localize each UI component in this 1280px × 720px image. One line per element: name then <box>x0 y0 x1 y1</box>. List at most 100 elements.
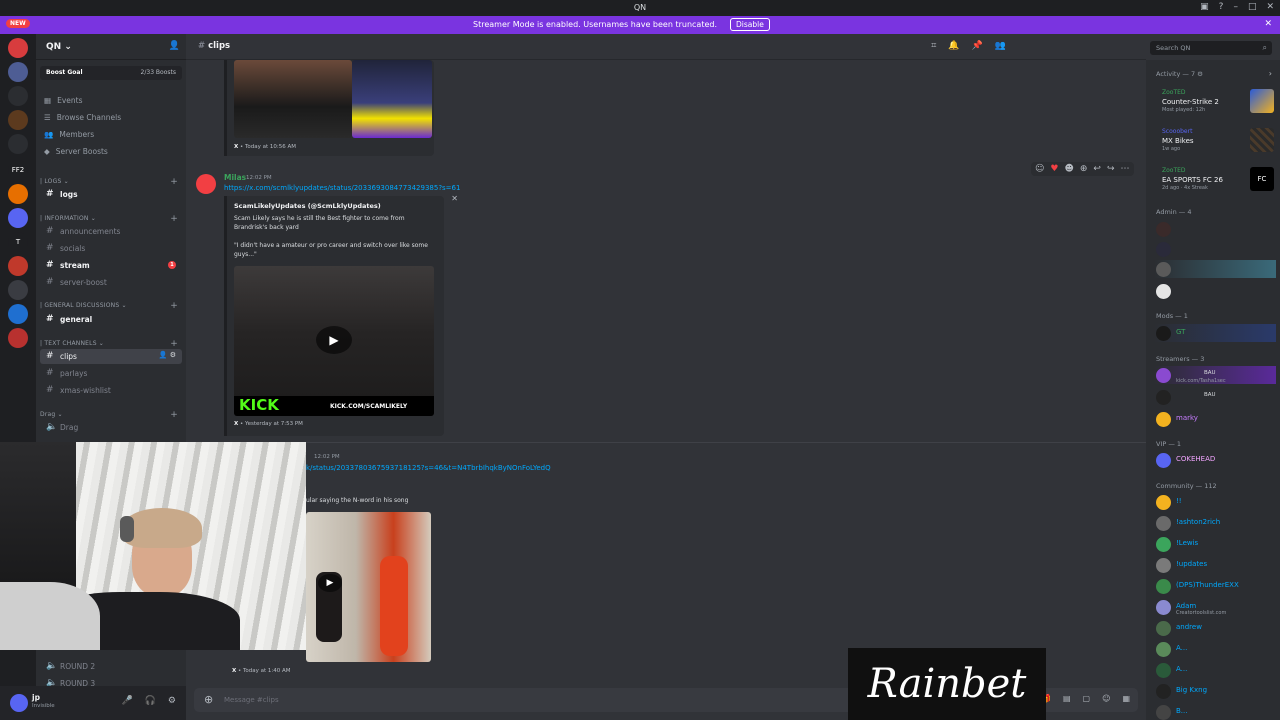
video-thumbnail[interactable] <box>352 60 432 138</box>
avatar[interactable] <box>196 174 216 194</box>
close-window-icon[interactable]: ✕ <box>1266 2 1274 12</box>
video-thumbnail[interactable] <box>234 60 352 138</box>
channel-general[interactable]: # general <box>40 312 182 327</box>
member-item[interactable]: !! <box>1154 493 1276 511</box>
video-thumbnail[interactable]: ▶ <box>306 512 431 662</box>
member-item[interactable]: A... <box>1154 640 1276 658</box>
play-icon[interactable]: ▶ <box>316 326 352 354</box>
member-item[interactable]: GT <box>1154 324 1276 342</box>
channel-xmas-wishlist[interactable]: # xmas-wishlist <box>40 383 182 398</box>
channel-settings-icon[interactable]: 👤 ⚙ <box>159 351 176 359</box>
channel-parlays[interactable]: # parlays <box>40 366 182 381</box>
member-item[interactable]: !updates <box>1154 556 1276 574</box>
more-icon[interactable]: ⋯ <box>1121 164 1130 174</box>
reply-icon[interactable]: ↩ <box>1093 164 1101 174</box>
channel-clips[interactable]: # clips 👤 ⚙ <box>40 349 182 364</box>
sticker-icon[interactable]: ▢ <box>1083 694 1091 703</box>
nav-events[interactable]: ▦ Events <box>44 96 83 105</box>
category-general[interactable]: | GENERAL DISCUSSIONS ⌄ + <box>40 301 178 311</box>
voice-channel-drag[interactable]: 🔈 Drag <box>40 420 182 435</box>
guild-header[interactable]: QN ⌄ 👤 <box>36 34 186 60</box>
heart-icon[interactable]: ♥ <box>1050 164 1058 174</box>
server-icon[interactable] <box>8 184 28 204</box>
member-item[interactable]: COKEHEAD <box>1154 451 1276 469</box>
emoji-icon[interactable]: ☻ <box>1064 164 1073 174</box>
category-text-channels[interactable]: | TEXT CHANNELS ⌄ + <box>40 339 178 349</box>
gif-icon[interactable]: ▤ <box>1063 694 1071 703</box>
add-channel-icon[interactable]: + <box>170 410 178 420</box>
member-item[interactable]: B... <box>1154 703 1276 720</box>
add-reaction-icon[interactable]: ⊕ <box>1080 164 1088 174</box>
minimize-icon[interactable]: – <box>1233 2 1238 12</box>
server-icon[interactable] <box>8 38 28 58</box>
server-icon[interactable] <box>8 304 28 324</box>
apps-icon[interactable]: ▦ <box>1122 694 1130 703</box>
add-channel-icon[interactable]: + <box>170 339 178 349</box>
nav-members[interactable]: 👥 Members <box>44 130 94 139</box>
server-icon[interactable] <box>8 328 28 348</box>
help-icon[interactable]: ? <box>1219 2 1224 12</box>
member-item[interactable]: Adam Creatortoolslist.com <box>1154 598 1276 616</box>
channel-server-boost[interactable]: # server-boost <box>40 275 182 290</box>
member-item[interactable]: (DPS)ThunderEXX <box>1154 577 1276 595</box>
avatar[interactable] <box>10 694 28 712</box>
category-drag[interactable]: Drag ⌄ + <box>40 410 178 420</box>
threads-icon[interactable]: ⌗ <box>931 41 936 51</box>
member-item[interactable]: marky <box>1154 410 1276 428</box>
message-link[interactable]: https://x.com/scmlklyupdates/status/2033… <box>224 184 460 192</box>
close-icon[interactable]: ✕ <box>451 194 458 203</box>
server-icon[interactable]: FF2 <box>8 160 28 180</box>
member-item[interactable]: A... <box>1154 661 1276 679</box>
add-channel-icon[interactable]: + <box>170 177 178 187</box>
pin-icon[interactable]: 📌 <box>972 41 983 51</box>
server-icon[interactable] <box>8 62 28 82</box>
video-thumbnail[interactable]: ▶ KICK KICK.COM/SCAMLIKELY <box>234 266 434 416</box>
server-icon[interactable]: T <box>8 232 28 252</box>
server-icon[interactable] <box>8 134 28 154</box>
chevron-right-icon[interactable]: › <box>1269 69 1272 78</box>
member-item[interactable] <box>1154 282 1276 300</box>
channel-logs[interactable]: # logs <box>40 187 182 202</box>
server-icon[interactable] <box>8 208 28 228</box>
member-item[interactable]: andrew <box>1154 619 1276 637</box>
add-channel-icon[interactable]: + <box>170 301 178 311</box>
server-icon[interactable] <box>8 280 28 300</box>
add-attachment-icon[interactable]: ⊕ <box>204 693 213 706</box>
microphone-icon[interactable]: 🎤 <box>121 696 132 706</box>
gear-icon[interactable]: ⚙ <box>168 696 176 706</box>
activity-card[interactable]: ZooTED EA SPORTS FC 26 2d ago · 4x Strea… <box>1152 167 1276 203</box>
notification-bell-icon[interactable]: 🔔 <box>948 41 959 51</box>
close-banner-icon[interactable]: ✕ <box>1264 19 1272 29</box>
server-icon[interactable] <box>8 110 28 130</box>
nav-server-boosts[interactable]: ◆ Server Boosts <box>44 147 108 156</box>
member-item[interactable] <box>1154 260 1276 278</box>
headphones-icon[interactable]: 🎧 <box>145 696 156 706</box>
message-link[interactable]: k/status/2033780367593718125?s=46&t=N4Tb… <box>306 464 551 472</box>
disable-streamer-mode-button[interactable]: Disable <box>730 18 770 31</box>
maximize-icon[interactable]: □ <box>1248 2 1257 12</box>
activity-card[interactable]: ZooTED Counter-Strike 2 Most played: 12h <box>1152 89 1276 125</box>
member-item[interactable] <box>1154 240 1276 258</box>
boost-goal-bar[interactable]: Boost Goal 2/33 Boosts <box>40 66 182 80</box>
channel-socials[interactable]: # socials <box>40 241 182 256</box>
channel-stream[interactable]: # stream 1 <box>40 258 182 273</box>
server-icon[interactable] <box>8 86 28 106</box>
member-item[interactable]: !Lewis <box>1154 535 1276 553</box>
play-icon[interactable]: ▶ <box>318 574 342 592</box>
member-item[interactable]: !ashton2rich <box>1154 514 1276 532</box>
member-list-icon[interactable]: 👥 <box>995 41 1006 51</box>
embed-author[interactable]: ScamLikelyUpdates (@ScmLklyUpdates) <box>234 202 381 210</box>
member-item[interactable]: Big Kxng <box>1154 682 1276 700</box>
category-logs[interactable]: | LOGS ⌄ + <box>40 177 178 187</box>
channel-announcements[interactable]: # announcements <box>40 224 182 239</box>
invite-people-icon[interactable]: 👤 <box>169 41 180 51</box>
category-information[interactable]: | INFORMATION ⌄ + <box>40 214 178 224</box>
search-input[interactable]: Search QN ⌕ <box>1150 41 1272 55</box>
forward-icon[interactable]: ↪ <box>1107 164 1115 174</box>
voice-channel-round-2[interactable]: 🔈 ROUND 2 <box>40 659 182 674</box>
server-icon[interactable] <box>8 256 28 276</box>
reaction-icon[interactable]: ☺ <box>1035 164 1044 174</box>
nav-browse-channels[interactable]: ☰ Browse Channels <box>44 113 121 122</box>
message-author[interactable]: Milas <box>224 173 246 182</box>
activity-card[interactable]: Scooobert MX Bikes 1w ago <box>1152 128 1276 164</box>
